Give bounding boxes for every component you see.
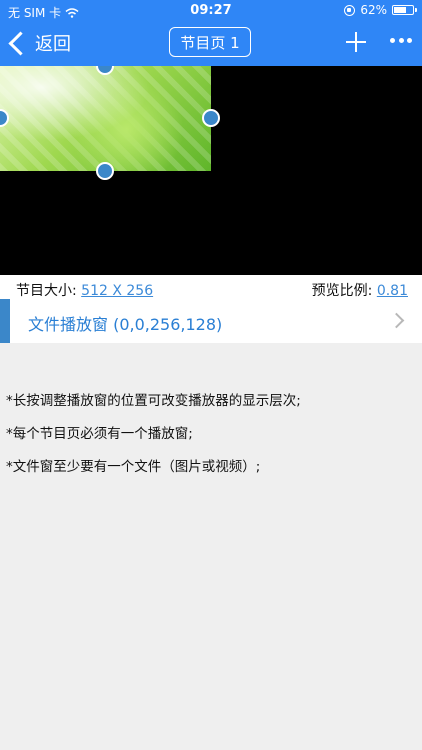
file-player-window[interactable]: [0, 66, 211, 171]
rotation-lock-icon: [344, 4, 356, 16]
program-size-link[interactable]: 512 X 256: [81, 283, 153, 299]
tip-text: *长按调整播放窗的位置可改变播放器的显示层次;: [6, 393, 301, 409]
chevron-left-icon: [8, 30, 33, 56]
program-preview-canvas[interactable]: [0, 66, 422, 275]
tips: *长按调整播放窗的位置可改变播放器的显示层次; *每个节目页必须有一个播放窗; …: [6, 393, 416, 492]
status-bar: 无 SIM 卡 09:27 62%: [0, 0, 422, 22]
battery-percent: 62%: [360, 3, 387, 17]
status-right: 62%: [344, 3, 417, 17]
preview-scale-link[interactable]: 0.81: [377, 283, 408, 299]
chevron-right-icon: [388, 312, 405, 329]
resize-handle-right[interactable]: [202, 109, 220, 127]
back-button[interactable]: 返回: [8, 28, 71, 58]
preview-scale-label: 预览比例:: [311, 283, 377, 299]
file-window-label: 文件播放窗 (0,0,256,128): [28, 315, 223, 334]
nav-bar: 返回 节目页 1: [0, 22, 422, 66]
top-bar: 无 SIM 卡 09:27 62% 返回 节目页 1: [0, 0, 422, 66]
program-info-row: 节目大小: 512 X 256 预览比例: 0.81: [0, 275, 422, 299]
preview-scale: 预览比例: 0.81: [312, 280, 408, 300]
resize-handle-bottom[interactable]: [96, 162, 114, 180]
more-icon[interactable]: [390, 38, 412, 46]
page-title-button[interactable]: 节目页 1: [169, 27, 251, 57]
file-window-list-item[interactable]: 文件播放窗 (0,0,256,128): [0, 299, 422, 343]
selected-indicator: [0, 299, 10, 343]
battery-icon: [392, 5, 417, 15]
tip-text: *每个节目页必须有一个播放窗;: [6, 426, 193, 442]
tip-text: *文件窗至少要有一个文件（图片或视频）;: [6, 459, 261, 475]
back-label: 返回: [35, 34, 71, 55]
program-size-label: 节目大小:: [16, 283, 82, 299]
add-icon[interactable]: [346, 32, 366, 52]
program-size: 节目大小: 512 X 256: [16, 280, 153, 300]
